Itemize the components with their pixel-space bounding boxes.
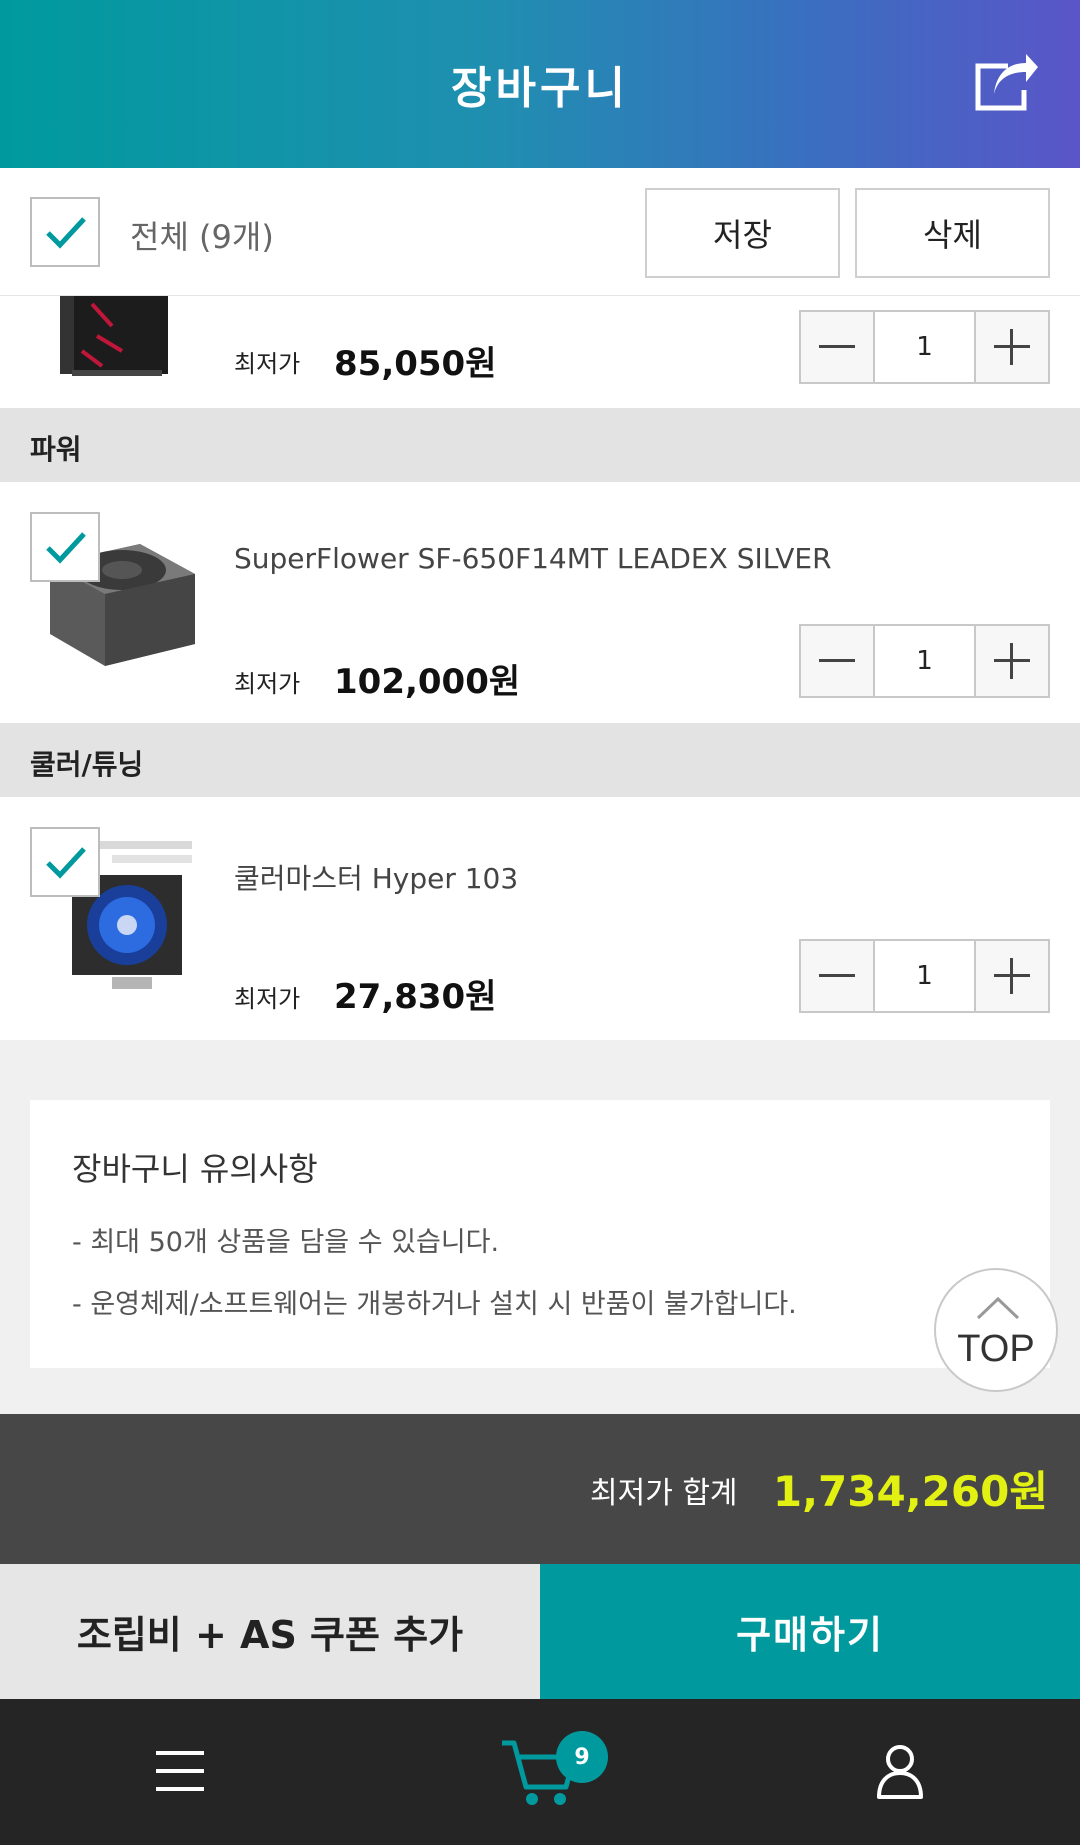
product-name[interactable]: SuperFlower SF-650F14MT LEADEX SILVER <box>234 542 832 575</box>
page-title: 장바구니 <box>451 63 629 114</box>
bottom-nav <box>0 1699 1080 1845</box>
cart-count-badge: 9 <box>556 1731 608 1783</box>
select-all-label: 전체 (9개) <box>130 218 274 256</box>
buy-button[interactable]: 구매하기 <box>540 1564 1080 1699</box>
increase-button[interactable] <box>976 626 1048 696</box>
notice-title: 장바구니 유의사항 <box>72 1150 318 1188</box>
scroll-top-button[interactable]: TOP <box>934 1268 1058 1392</box>
notice-line: - 최대 50개 상품을 담을 수 있습니다. <box>72 1227 500 1258</box>
add-coupon-button[interactable]: 조립비 + AS 쿠폰 추가 <box>0 1564 540 1699</box>
price-value: 85,050원 <box>334 344 497 384</box>
price-value: 102,000원 <box>334 662 521 702</box>
price-label: 최저가 <box>234 670 301 698</box>
menu-icon[interactable] <box>156 1749 204 1797</box>
notice-line: - 운영체제/소프트웨어는 개봉하거나 설치 시 반품이 불가합니다. <box>72 1289 797 1320</box>
category-label: 파워 <box>30 433 82 466</box>
cart-item: SuperFlower SF-650F14MT LEADEX SILVER 최저… <box>0 482 1080 723</box>
cart-notice: 장바구니 유의사항 - 최대 50개 상품을 담을 수 있습니다. - 운영체제… <box>30 1100 1050 1368</box>
category-header: 쿨러/튜닝 <box>0 723 1080 797</box>
cart-item: 쿨러마스터 Hyper 103 최저가 27,830원 1 <box>0 797 1080 1040</box>
increase-button[interactable] <box>976 312 1048 382</box>
quantity-value[interactable]: 1 <box>873 941 976 1011</box>
category-label: 쿨러/튜닝 <box>30 748 144 781</box>
decrease-button[interactable] <box>801 626 873 696</box>
item-checkbox[interactable] <box>30 512 100 582</box>
delete-button[interactable]: 삭제 <box>855 188 1050 278</box>
scroll-top-label: TOP <box>957 1328 1035 1370</box>
increase-button[interactable] <box>976 941 1048 1011</box>
user-icon[interactable] <box>876 1743 924 1803</box>
select-all-checkbox[interactable] <box>30 197 100 267</box>
quantity-stepper: 1 <box>799 939 1050 1013</box>
price-label: 최저가 <box>234 350 301 378</box>
decrease-button[interactable] <box>801 312 873 382</box>
cart-item: 최저가 85,050원 1 <box>0 296 1080 408</box>
category-header: 파워 <box>0 408 1080 482</box>
share-icon[interactable] <box>972 52 1042 112</box>
quantity-stepper: 1 <box>799 310 1050 384</box>
decrease-button[interactable] <box>801 941 873 1011</box>
app-header: 장바구니 <box>0 0 1080 168</box>
quantity-value[interactable]: 1 <box>873 312 976 382</box>
item-checkbox[interactable] <box>30 827 100 897</box>
product-name[interactable]: 쿨러마스터 Hyper 103 <box>234 857 518 897</box>
total-value: 1,734,260원 <box>772 1467 1048 1516</box>
price-value: 27,830원 <box>334 977 497 1017</box>
quantity-stepper: 1 <box>799 624 1050 698</box>
chevron-up-icon <box>976 1296 1020 1320</box>
product-image <box>52 296 176 378</box>
quantity-value[interactable]: 1 <box>873 626 976 696</box>
save-button[interactable]: 저장 <box>645 188 840 278</box>
total-bar: 최저가 합계 1,734,260원 <box>0 1414 1080 1564</box>
price-label: 최저가 <box>234 985 301 1013</box>
total-label: 최저가 합계 <box>590 1476 738 1511</box>
